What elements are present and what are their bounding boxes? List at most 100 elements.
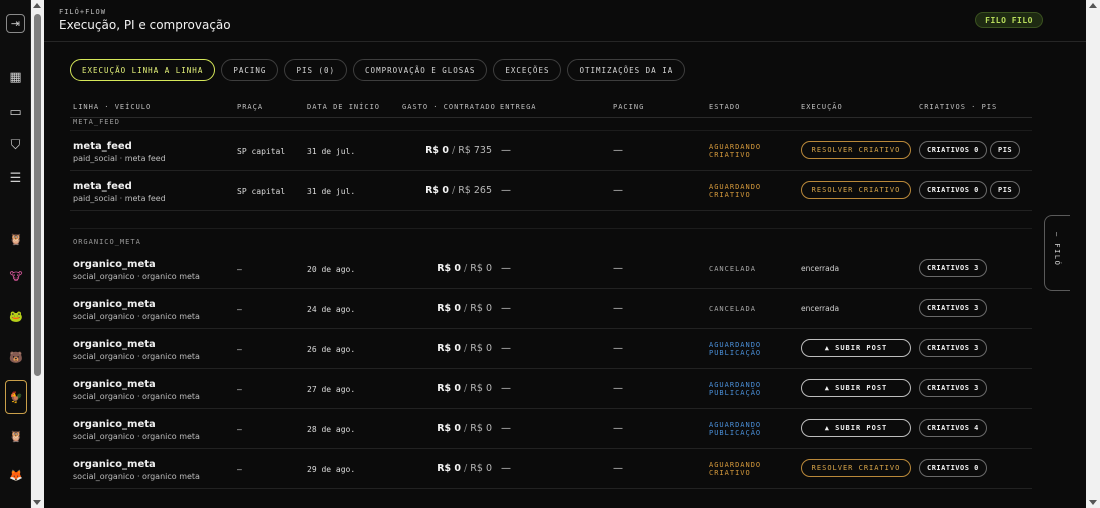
folder-icon[interactable]: ▭ (6, 103, 25, 122)
line-vehicle: social_organico · organico meta (73, 392, 200, 401)
col-praca[interactable]: PRAÇA (237, 103, 263, 111)
spend-value: R$ 0 (437, 463, 462, 474)
tab-2[interactable]: PIS (0) (284, 59, 348, 81)
line-vehicle: social_organico · organico meta (73, 432, 200, 441)
spend-value: R$ 0 (437, 263, 462, 274)
col-entrega[interactable]: ENTREGA (500, 103, 537, 111)
user-badge[interactable]: FILO FILO (975, 12, 1043, 28)
creatives-button[interactable]: CRIATIVOS 4 (919, 419, 987, 437)
line-vehicle: social_organico · organico meta (73, 352, 200, 361)
group-label: META_FEED (70, 118, 1032, 131)
start-date-cell: 24 de ago. (307, 305, 356, 314)
delivery-cell: — (501, 343, 511, 354)
spend-value: R$ 0 (425, 185, 449, 196)
table-row: organico_meta social_organico · organico … (70, 449, 1032, 489)
tab-1[interactable]: PACING (221, 59, 279, 81)
owl-avatar-purple[interactable]: 🦉 (7, 230, 25, 248)
spend-cell: R$ 0 / R$ 0 (372, 303, 492, 314)
col-linha[interactable]: LINHA · VEÍCULO (73, 103, 151, 111)
fox-avatar[interactable]: 🦊 (7, 466, 25, 484)
table-header: LINHA · VEÍCULO PRAÇA DATA DE INÍCIO GAS… (70, 96, 1032, 118)
tab-0[interactable]: EXECUÇÃO LINHA A LINHA (70, 59, 216, 81)
scroll-down-arrow-icon[interactable] (1089, 500, 1097, 505)
line-name[interactable]: organico_meta (73, 379, 156, 390)
upload-post-button[interactable]: ▲ SUBIR POST (801, 339, 911, 357)
resolve-creative-button[interactable]: RESOLVER CRIATIVO (801, 141, 911, 159)
cow-avatar[interactable]: 🐮 (7, 267, 25, 285)
shield-icon[interactable]: ⛉ (6, 136, 25, 155)
creatives-button[interactable]: CRIATIVOS 3 (919, 379, 987, 397)
filo-drawer-handle[interactable]: — FILÓ (1044, 215, 1070, 291)
status-badge: AGUARDANDO PUBLICAÇÃO (709, 381, 761, 397)
creatives-button[interactable]: CRIATIVOS 0 (919, 181, 987, 199)
line-name[interactable]: organico_meta (73, 299, 156, 310)
line-name[interactable]: meta_feed (73, 181, 132, 192)
line-name[interactable]: organico_meta (73, 419, 156, 430)
creatives-button[interactable]: CRIATIVOS 0 (919, 459, 987, 477)
scroll-up-arrow-icon[interactable] (1089, 3, 1097, 8)
creatives-button[interactable]: CRIATIVOS 3 (919, 259, 987, 277)
spend-separator: / (461, 423, 471, 434)
creatives-button[interactable]: CRIATIVOS 0 (919, 141, 987, 159)
pis-button[interactable]: PIS (990, 141, 1021, 159)
status-line: CRIATIVO (709, 469, 751, 477)
resolve-creative-button[interactable]: RESOLVER CRIATIVO (801, 459, 911, 477)
line-name[interactable]: organico_meta (73, 339, 156, 350)
bear-avatar[interactable]: 🐻 (7, 348, 25, 366)
upload-post-button[interactable]: ▲ SUBIR POST (801, 419, 911, 437)
scroll-thumb[interactable] (34, 14, 41, 376)
col-estado[interactable]: ESTADO (709, 103, 740, 111)
tab-5[interactable]: OTIMIZAÇÕES DA IA (567, 59, 686, 81)
list-icon[interactable]: ☰ (6, 169, 25, 188)
spend-value: R$ 0 (437, 383, 462, 394)
spend-cell: R$ 0 / R$ 0 (372, 463, 492, 474)
tab-4[interactable]: EXCEÇÕES (493, 59, 562, 81)
col-pacing[interactable]: PACING (613, 103, 644, 111)
pacing-cell: — (613, 303, 623, 314)
pis-button[interactable]: PIS (990, 181, 1021, 199)
scroll-down-arrow-icon[interactable] (33, 500, 41, 505)
status-line: CANCELADA (709, 305, 756, 313)
owl-avatar-blue[interactable]: 🦉 (7, 427, 25, 445)
praca-cell: — (237, 425, 242, 434)
panel-toggle-icon[interactable]: ⇥ (6, 14, 25, 33)
col-execucao[interactable]: EXECUÇÃO (801, 103, 843, 111)
table-row: meta_feed paid_social · meta feed SP capit… (70, 171, 1032, 211)
spend-cell: R$ 0 / R$ 735 (372, 145, 492, 156)
contracted-value: R$ 0 (470, 463, 492, 474)
creatives-button[interactable]: CRIATIVOS 3 (919, 339, 987, 357)
spend-value: R$ 0 (437, 423, 462, 434)
tab-bar: EXECUÇÃO LINHA A LINHA PACING PIS (0) COMPR… (70, 59, 686, 81)
praca-cell: — (237, 385, 242, 394)
frog-avatar[interactable]: 🐸 (7, 307, 25, 325)
page-title: Execução, PI e comprovação (59, 18, 231, 32)
line-name[interactable]: meta_feed (73, 141, 132, 152)
page-scrollbar[interactable] (1086, 0, 1100, 508)
delivery-cell: — (501, 463, 511, 474)
col-gasto[interactable]: GASTO · CONTRATADO (402, 103, 496, 111)
line-name[interactable]: organico_meta (73, 459, 156, 470)
sidebar-scrollbar[interactable] (31, 0, 44, 508)
pacing-cell: — (613, 263, 623, 274)
col-criativos[interactable]: CRIATIVOS · PIS (919, 103, 997, 111)
resolve-creative-button[interactable]: RESOLVER CRIATIVO (801, 181, 911, 199)
contracted-value: R$ 265 (458, 185, 492, 196)
line-vehicle: social_organico · organico meta (73, 272, 200, 281)
tab-3[interactable]: COMPROVAÇÃO E GLOSAS (353, 59, 488, 81)
spend-separator: / (461, 263, 471, 274)
spend-cell: R$ 0 / R$ 265 (372, 185, 492, 196)
status-badge: AGUARDANDO CRIATIVO (709, 461, 761, 477)
praca-cell: SP capital (237, 187, 286, 196)
delivery-cell: — (501, 185, 511, 196)
col-inicio[interactable]: DATA DE INÍCIO (307, 103, 380, 111)
status-line: CRIATIVO (709, 151, 751, 159)
creatives-button[interactable]: CRIATIVOS 3 (919, 299, 987, 317)
grid-icon[interactable]: ▦ (6, 68, 25, 87)
praca-cell: — (237, 465, 242, 474)
table-row: meta_feed paid_social · meta feed SP capit… (70, 131, 1032, 171)
rooster-avatar[interactable]: 🐓 (5, 380, 27, 414)
line-name[interactable]: organico_meta (73, 259, 156, 270)
scroll-up-arrow-icon[interactable] (33, 3, 41, 8)
upload-post-button[interactable]: ▲ SUBIR POST (801, 379, 911, 397)
main-content: FILÓ+FLOW Execução, PI e comprovação FIL… (44, 0, 1086, 508)
